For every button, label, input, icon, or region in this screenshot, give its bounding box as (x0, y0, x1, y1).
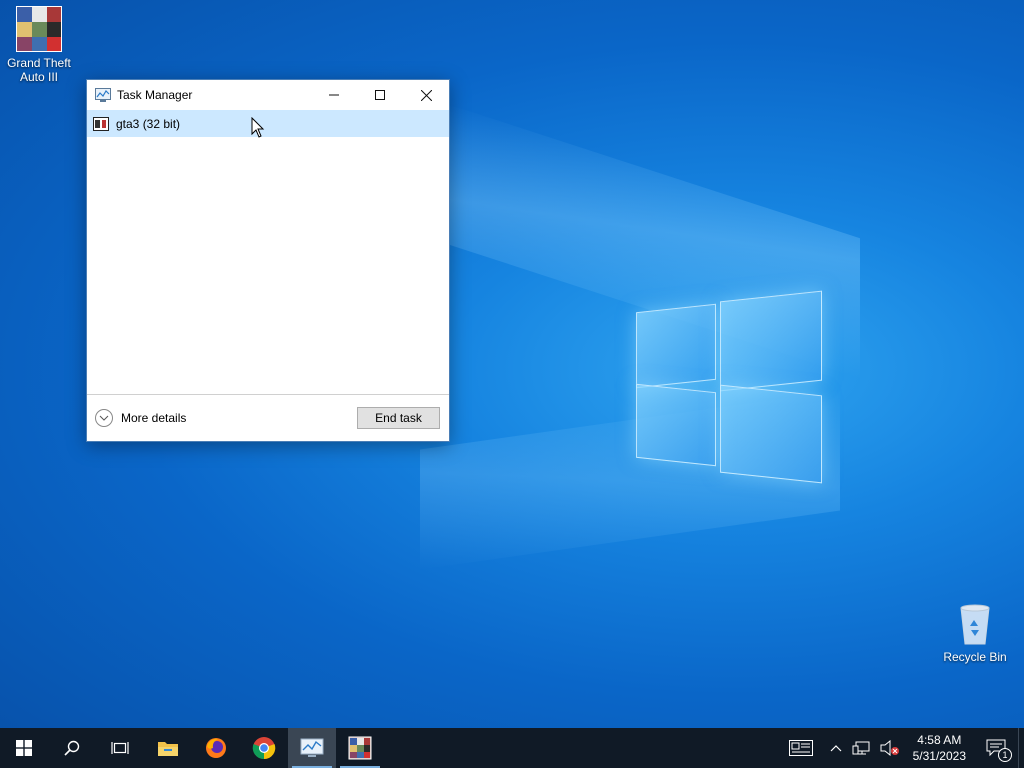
gta3-taskbar-button[interactable] (336, 728, 384, 768)
clock-time: 4:58 AM (917, 733, 962, 747)
process-row-gta3[interactable]: gta3 (32 bit) (87, 110, 449, 137)
process-label: gta3 (32 bit) (116, 117, 181, 131)
network-icon (852, 741, 870, 755)
system-tray: 4:58 AM 5/31/2023 1 (777, 728, 1024, 768)
end-task-button[interactable]: End task (357, 407, 440, 429)
action-center-button[interactable]: 1 (974, 728, 1018, 768)
maximize-icon (375, 90, 385, 100)
chevron-down-icon[interactable] (95, 409, 113, 427)
task-manager-taskbar-button[interactable] (288, 728, 336, 768)
close-button[interactable] (403, 80, 449, 110)
task-manager-icon (300, 738, 324, 757)
volume-button[interactable] (875, 728, 905, 768)
gta3-game-icon (16, 6, 62, 52)
maximize-button[interactable] (357, 80, 403, 110)
task-view-button[interactable] (96, 728, 144, 768)
gta3-icon (348, 736, 372, 760)
folder-icon (158, 742, 178, 756)
desktop-icon-recycle-bin[interactable]: Recycle Bin (937, 602, 1013, 664)
chrome-button[interactable] (240, 728, 288, 768)
network-button[interactable] (847, 728, 875, 768)
firefox-button[interactable] (192, 728, 240, 768)
task-view-icon (111, 742, 129, 754)
firefox-icon (206, 738, 226, 758)
taskbar: 4:58 AM 5/31/2023 1 (0, 728, 1024, 768)
desktop-icon-gta3[interactable]: Grand Theft Auto III (1, 6, 77, 84)
volume-muted-icon (880, 740, 899, 756)
search-button[interactable] (48, 728, 96, 768)
file-explorer-button[interactable] (144, 728, 192, 768)
news-icon (788, 740, 813, 756)
chevron-up-icon (830, 745, 842, 752)
mouse-cursor-icon (251, 116, 265, 139)
minimize-icon (329, 94, 339, 96)
desktop-icon-label: Recycle Bin (943, 650, 1007, 664)
windows-wallpaper-logo (636, 290, 824, 484)
task-manager-footer: More details End task (87, 394, 449, 441)
window-title: Task Manager (117, 88, 193, 102)
desktop-icon-label: Grand Theft Auto III (7, 56, 71, 84)
start-button[interactable] (0, 728, 48, 768)
show-hidden-icons-button[interactable] (825, 728, 847, 768)
minimize-button[interactable] (311, 80, 357, 110)
more-details-link[interactable]: More details (121, 411, 357, 425)
recycle-bin-icon (955, 602, 995, 646)
chrome-icon (252, 737, 276, 760)
gta3-app-icon (93, 117, 109, 131)
clock-date: 5/31/2023 (912, 749, 966, 763)
clock[interactable]: 4:58 AM 5/31/2023 (905, 728, 974, 768)
search-icon (64, 740, 80, 756)
task-manager-icon (95, 88, 111, 102)
task-manager-window: Task Manager gta3 (32 bit) More details (86, 79, 450, 442)
show-desktop-button[interactable] (1018, 728, 1024, 768)
process-list: gta3 (32 bit) (87, 110, 449, 394)
title-bar[interactable]: Task Manager (87, 80, 449, 110)
windows-start-icon (16, 740, 32, 756)
news-button[interactable] (777, 728, 825, 768)
notification-count-badge: 1 (998, 748, 1012, 762)
close-icon (420, 89, 432, 101)
